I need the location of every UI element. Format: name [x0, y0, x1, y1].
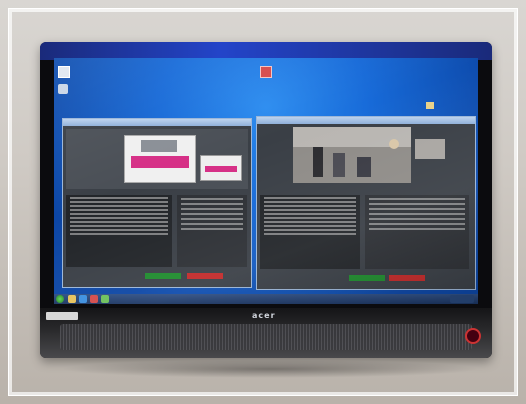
- brand-logo: acer: [252, 311, 276, 320]
- power-button-icon[interactable]: [465, 328, 481, 344]
- acer-monitor: acer: [40, 42, 492, 358]
- photo: acer: [0, 0, 526, 404]
- speaker-grille: [60, 324, 472, 350]
- monitor-screen: [54, 58, 478, 304]
- screen-glare: [54, 58, 478, 304]
- monitor-shadow: [60, 360, 480, 378]
- model-sticker: [46, 312, 78, 320]
